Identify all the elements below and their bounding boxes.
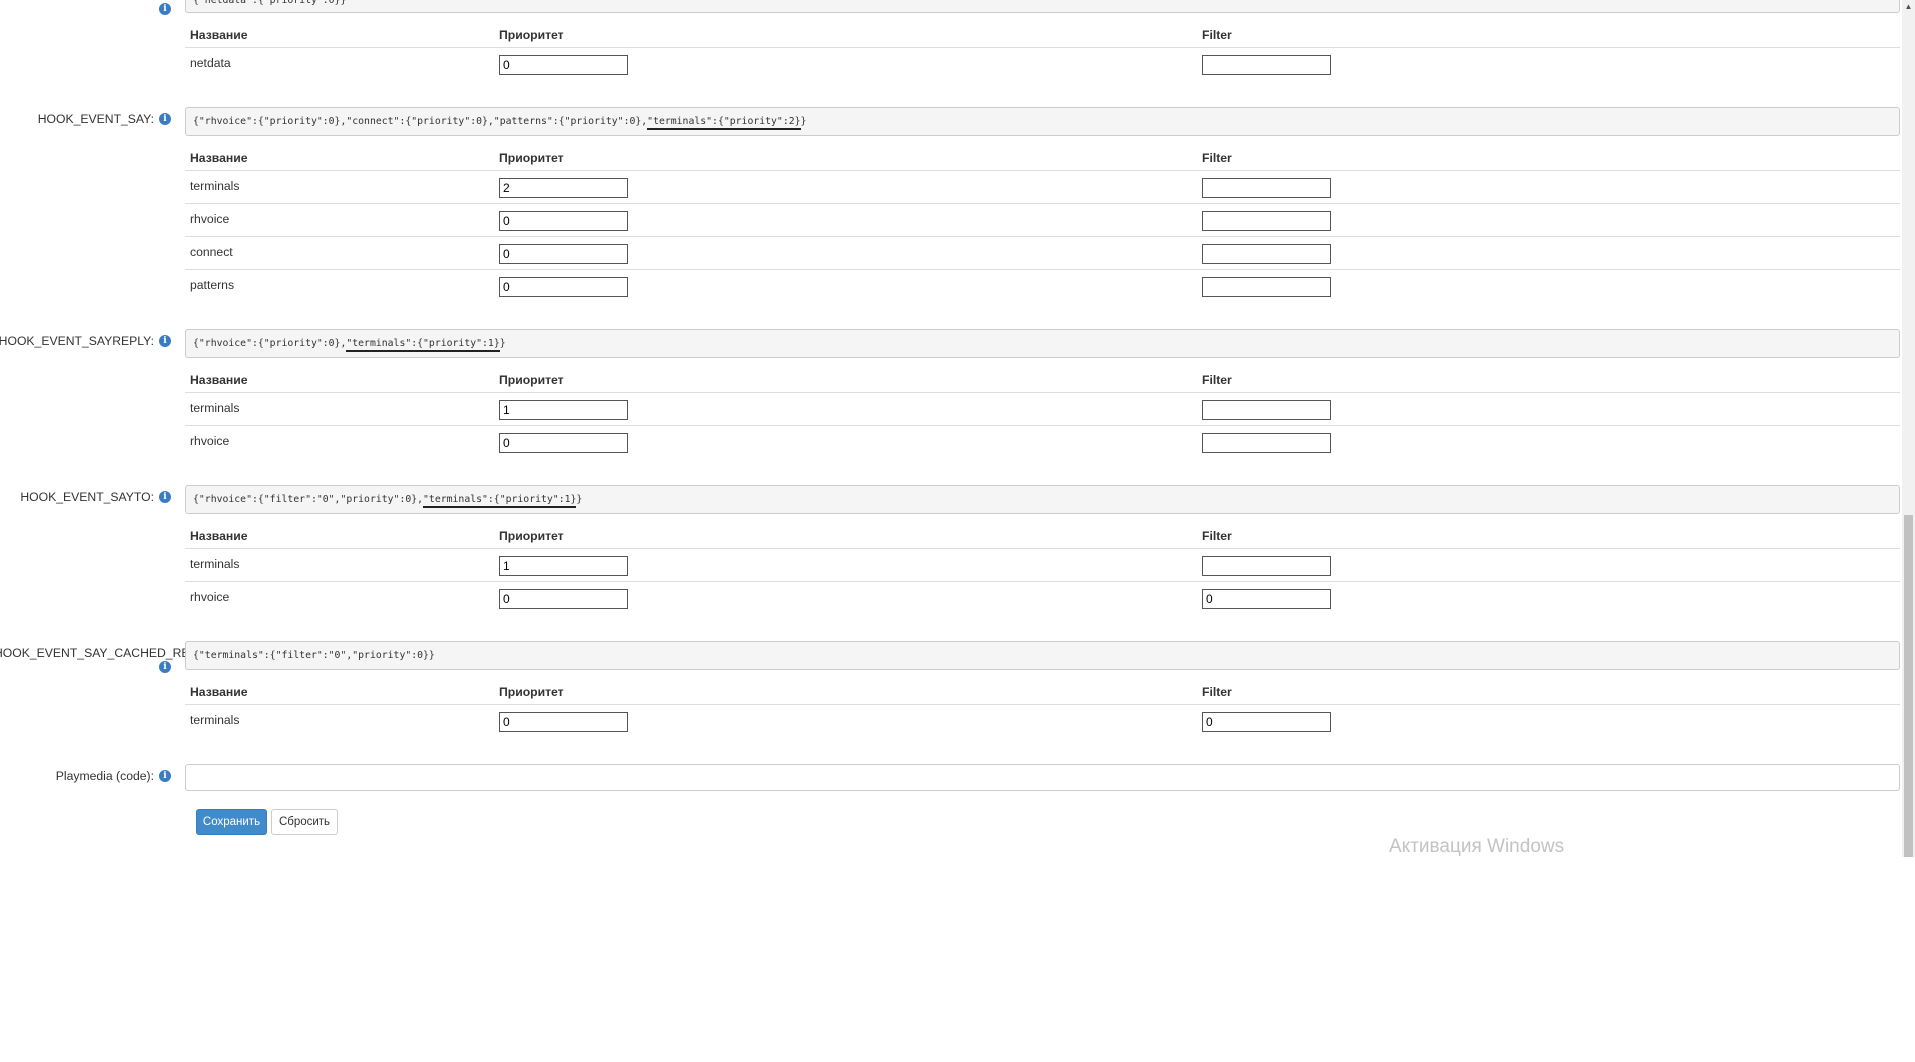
column-header-filter: Filter [1202, 151, 1232, 165]
netdata-code-block: {"netdata":{"priority":0}} [185, 0, 1900, 13]
info-icon[interactable]: i [159, 770, 171, 782]
filter-input[interactable] [1202, 433, 1331, 453]
filter-input[interactable] [1202, 277, 1331, 297]
table-divider [185, 269, 1900, 270]
column-header-priority: Приоритет [499, 373, 564, 387]
save-button[interactable]: Сохранить [196, 809, 267, 835]
priority-input[interactable] [499, 589, 628, 609]
row-name: connect [190, 245, 233, 259]
hook-event-say-cached-ready-code: {"terminals":{"filter":"0","priority":0}… [185, 641, 1900, 670]
priority-input[interactable] [499, 400, 628, 420]
table-divider [185, 425, 1900, 426]
column-header-name: Название [190, 373, 248, 387]
filter-input[interactable] [1202, 556, 1331, 576]
filter-input[interactable] [1202, 400, 1331, 420]
row-name: terminals [190, 713, 240, 727]
reset-button[interactable]: Сбросить [271, 809, 338, 835]
playmedia-label: Playmedia (code): [55, 769, 154, 783]
priority-input[interactable] [499, 178, 628, 198]
filter-input[interactable] [1202, 211, 1331, 231]
table-divider [185, 392, 1900, 393]
table-divider [185, 548, 1900, 549]
column-header-priority: Приоритет [499, 529, 564, 543]
scroll-up-icon[interactable]: ▲ [1902, 0, 1915, 13]
playmedia-code-input[interactable] [185, 764, 1900, 791]
priority-input[interactable] [499, 433, 628, 453]
hook-event-say-code: {"rhvoice":{"priority":0},"connect":{"pr… [185, 107, 1900, 136]
info-icon[interactable]: i [159, 113, 171, 125]
row-name: terminals [190, 401, 240, 415]
priority-input[interactable] [499, 55, 628, 75]
table-divider [185, 47, 1900, 48]
column-header-filter: Filter [1202, 373, 1232, 387]
hook-event-sayto-label: HOOK_EVENT_SAYTO: [20, 490, 154, 504]
code-highlight: "terminals":{"priority":2} [647, 116, 801, 130]
table-divider [185, 581, 1900, 582]
row-name: rhvoice [190, 590, 230, 604]
row-name: terminals [190, 179, 240, 193]
column-header-priority: Приоритет [499, 28, 564, 42]
priority-input[interactable] [499, 244, 628, 264]
table-divider [185, 170, 1900, 171]
row-name: terminals [190, 557, 240, 571]
hook-event-say-label: HOOK_EVENT_SAY: [37, 112, 154, 126]
priority-input[interactable] [499, 211, 628, 231]
row-name: rhvoice [190, 434, 230, 448]
column-header-filter: Filter [1202, 529, 1232, 543]
filter-input[interactable] [1202, 178, 1331, 198]
column-header-filter: Filter [1202, 685, 1232, 699]
column-header-name: Название [190, 529, 248, 543]
info-icon[interactable]: i [159, 3, 171, 15]
scrollbar-thumb[interactable] [1904, 515, 1913, 857]
code-highlight: "terminals":{"priority":1} [346, 338, 500, 352]
row-name: rhvoice [190, 212, 230, 226]
info-icon[interactable]: i [159, 661, 171, 673]
priority-input[interactable] [499, 556, 628, 576]
row-name: netdata [190, 56, 231, 70]
table-divider [185, 704, 1900, 705]
filter-input[interactable] [1202, 712, 1331, 732]
info-icon[interactable]: i [159, 491, 171, 503]
hook-event-sayreply-label: HOOK_EVENT_SAYREPLY: [0, 334, 154, 348]
table-divider [185, 236, 1900, 237]
hook-event-sayreply-code: {"rhvoice":{"priority":0},"terminals":{"… [185, 329, 1900, 358]
filter-input[interactable] [1202, 589, 1331, 609]
table-divider [185, 203, 1900, 204]
info-icon[interactable]: i [159, 335, 171, 347]
code-highlight: "terminals":{"priority":1} [423, 494, 577, 508]
column-header-filter: Filter [1202, 28, 1232, 42]
hook-event-sayto-code: {"rhvoice":{"filter":"0","priority":0},"… [185, 485, 1900, 514]
windows-activation-watermark: Активация Windows [1389, 836, 1565, 857]
row-name: patterns [190, 278, 235, 292]
filter-input[interactable] [1202, 244, 1331, 264]
column-header-name: Название [190, 28, 248, 42]
column-header-priority: Приоритет [499, 151, 564, 165]
column-header-name: Название [190, 685, 248, 699]
priority-input[interactable] [499, 277, 628, 297]
priority-input[interactable] [499, 712, 628, 732]
filter-input[interactable] [1202, 55, 1331, 75]
column-header-name: Название [190, 151, 248, 165]
column-header-priority: Приоритет [499, 685, 564, 699]
